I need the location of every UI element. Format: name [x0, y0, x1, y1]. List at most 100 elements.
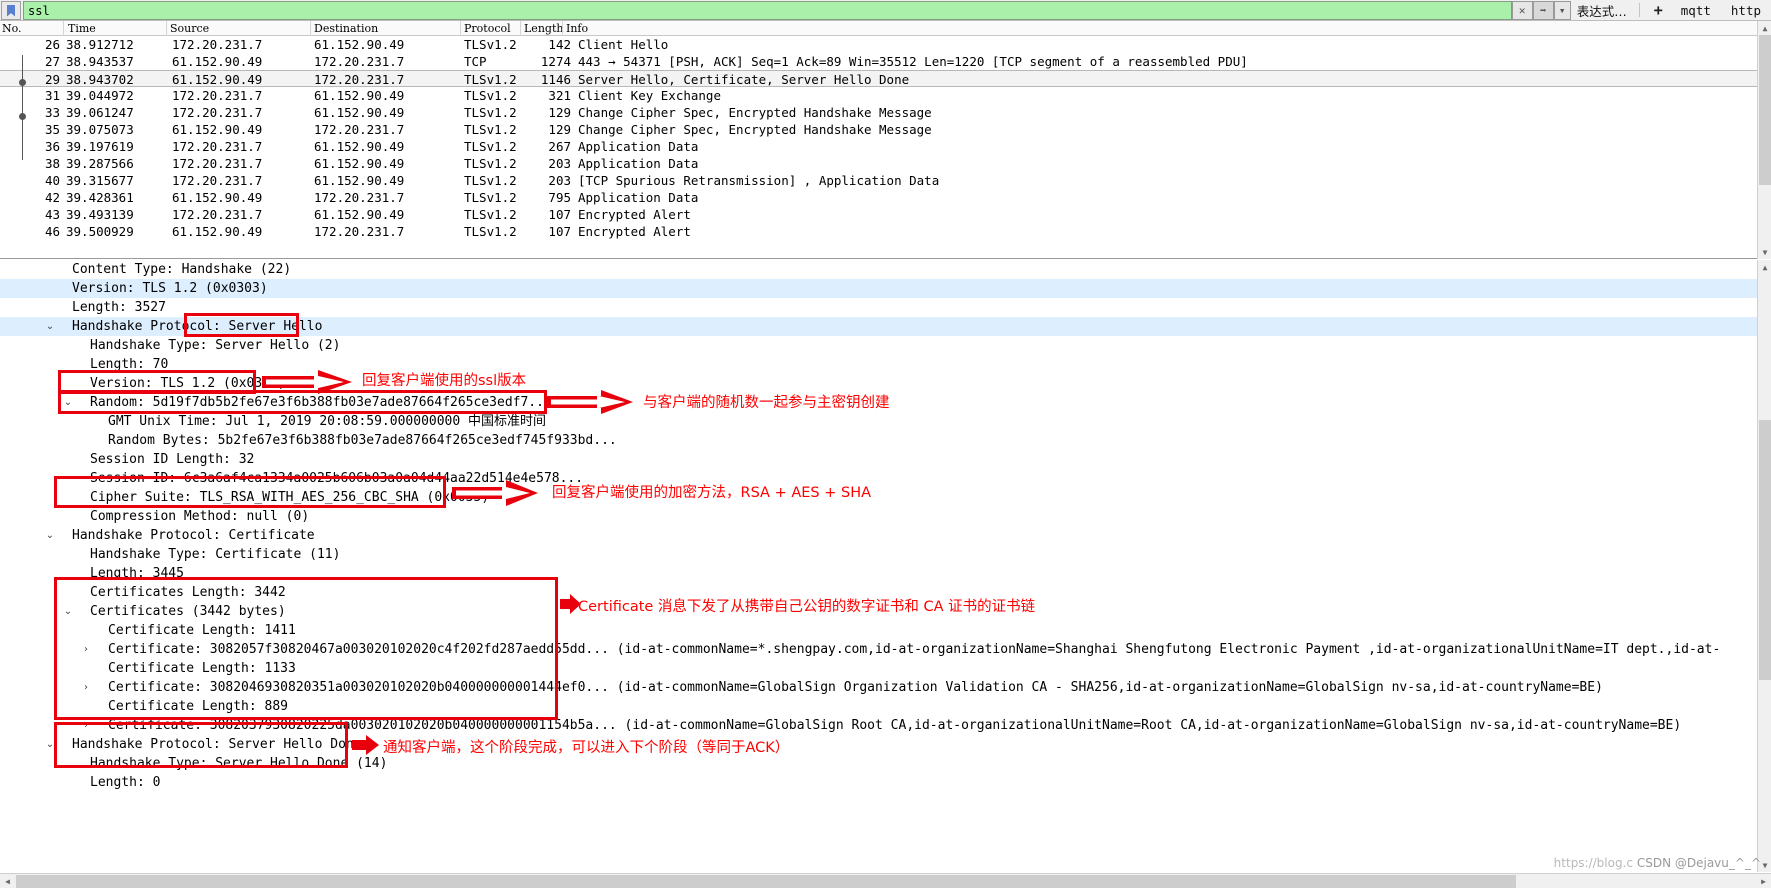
detail-tree-row[interactable]: Random Bytes: 5b2fe67e3f6b388fb03e7ade87… — [0, 431, 1771, 450]
detail-tree-row[interactable]: Length: 70 — [0, 355, 1771, 374]
detail-tree-row[interactable]: ⌄ Handshake Protocol: Server Hello Done — [0, 735, 1771, 754]
detail-tree-label: Handshake Protocol: Server Hello Done — [72, 737, 362, 752]
packet-source: 172.20.231.7 — [172, 105, 263, 120]
chevron-right-icon[interactable]: › — [80, 678, 92, 697]
packet-time: 39.500929 — [66, 224, 134, 239]
chevron-right-icon[interactable]: › — [80, 640, 92, 659]
detail-tree-label: Handshake Protocol: Certificate — [72, 528, 315, 543]
packet-list-header: No. Time Source Destination Protocol Len… — [0, 21, 1771, 36]
detail-tree-label: Certificates Length: 3442 — [90, 585, 286, 600]
packet-source: 172.20.231.7 — [172, 37, 263, 52]
detail-tree-row[interactable]: GMT Unix Time: Jul 1, 2019 20:08:59.0000… — [0, 412, 1771, 431]
detail-tree-label: Handshake Type: Server Hello Done (14) — [90, 756, 388, 771]
watermark-brand: CSDN @Dejavu_^_^ — [1636, 856, 1761, 870]
packet-length: 1146 — [540, 72, 571, 87]
detail-tree-row[interactable]: Session ID: 6c3a6af4ca1334a0025b606b03a0… — [0, 469, 1771, 488]
detail-tree-row[interactable]: Version: TLS 1.2 (0x0303) — [0, 279, 1771, 298]
packet-details-pane[interactable]: Content Type: Handshake (22) Version: TLS… — [0, 260, 1771, 855]
packet-time: 39.044972 — [66, 88, 134, 103]
chevron-down-icon[interactable]: ⌄ — [62, 393, 74, 412]
detail-tree-row[interactable]: ⌄ Handshake Protocol: Server Hello — [0, 317, 1771, 336]
clear-filter-icon[interactable]: ✕ — [1511, 1, 1533, 20]
column-header-time[interactable]: Time — [68, 22, 96, 35]
table-row[interactable]: 27 38.943537 61.152.90.49 172.20.231.7 TCP 12… — [0, 53, 1771, 70]
table-row[interactable]: 42 39.428361 61.152.90.49 172.20.231.7 TLSv1… — [0, 189, 1771, 206]
packet-destination: 172.20.231.7 — [314, 122, 405, 137]
table-row[interactable]: 40 39.315677 172.20.231.7 61.152.90.49 TLSv1… — [0, 172, 1771, 189]
packet-protocol: TLSv1.2 — [464, 156, 517, 171]
column-header-source[interactable]: Source — [170, 22, 209, 35]
detail-tree-row[interactable]: Handshake Type: Server Hello (2) — [0, 336, 1771, 355]
detail-tree-row[interactable]: Handshake Type: Certificate (11) — [0, 545, 1771, 564]
column-header-protocol[interactable]: Protocol — [464, 22, 511, 35]
bookmark-icon[interactable] — [1, 1, 21, 20]
detail-tree-row[interactable]: Certificate Length: 1133 — [0, 659, 1771, 678]
packet-list-scrollbar[interactable]: ▲ ▼ — [1757, 21, 1771, 259]
column-header-info[interactable]: Info — [566, 22, 588, 35]
detail-tree-row[interactable]: › Certificate: 3082057f30820467a003020102… — [0, 640, 1771, 659]
detail-tree-label: Length: 3445 — [90, 566, 184, 581]
detail-tree-row[interactable]: Session ID Length: 32 — [0, 450, 1771, 469]
table-row[interactable]: 29 38.943702 61.152.90.49 172.20.231.7 TLSv1… — [0, 70, 1771, 87]
table-row[interactable]: 31 39.044972 172.20.231.7 61.152.90.49 TLSv1… — [0, 87, 1771, 104]
detail-tree-row[interactable]: Certificate Length: 889 — [0, 697, 1771, 716]
packet-length: 107 — [548, 207, 571, 222]
column-header-destination[interactable]: Destination — [314, 22, 378, 35]
packet-protocol: TLSv1.2 — [464, 190, 517, 205]
table-row[interactable]: 33 39.061247 172.20.231.7 61.152.90.49 TLSv1… — [0, 104, 1771, 121]
detail-tree-row[interactable]: Handshake Type: Server Hello Done (14) — [0, 754, 1771, 773]
detail-tree-row[interactable]: Content Type: Handshake (22) — [0, 260, 1771, 279]
detail-tree-row[interactable]: › Certificate: 3082037930820225da00302010… — [0, 716, 1771, 735]
packet-details-hscrollbar[interactable]: ◀ ▶ — [0, 873, 1771, 888]
detail-tree-label: Certificate Length: 889 — [108, 699, 289, 714]
packet-time: 39.197619 — [66, 139, 134, 154]
packet-destination: 172.20.231.7 — [314, 224, 405, 239]
table-row[interactable]: 35 39.075073 61.152.90.49 172.20.231.7 TLSv1… — [0, 121, 1771, 138]
expression-button[interactable]: 表达式… — [1571, 0, 1633, 20]
packet-info: Encrypted Alert — [578, 207, 691, 222]
detail-tree-row[interactable]: Length: 0 — [0, 773, 1771, 792]
chevron-down-icon[interactable]: ⌄ — [44, 526, 56, 545]
detail-tree-row[interactable]: Length: 3445 — [0, 564, 1771, 583]
detail-tree-row[interactable]: Certificate Length: 1411 — [0, 621, 1771, 640]
table-row[interactable]: 43 39.493139 172.20.231.7 61.152.90.49 TLSv1… — [0, 206, 1771, 223]
packet-info: Application Data — [578, 139, 699, 154]
packet-time: 38.912712 — [66, 37, 134, 52]
column-header-length[interactable]: Length — [524, 22, 563, 35]
packet-destination: 61.152.90.49 — [314, 139, 405, 154]
detail-tree-row[interactable]: Compression Method: null (0) — [0, 507, 1771, 526]
packet-length: 1274 — [540, 54, 571, 69]
packet-destination: 61.152.90.49 — [314, 207, 405, 222]
detail-tree-label: Certificate: 3082057f30820467a0030201020… — [108, 642, 1721, 657]
filter-history-chevron-down-icon[interactable]: ▾ — [1553, 1, 1571, 20]
packet-protocol: TCP — [464, 54, 487, 69]
chevron-down-icon[interactable]: ⌄ — [44, 735, 56, 754]
detail-tree-row[interactable]: › Certificate: 3082046930820351a003020102… — [0, 678, 1771, 697]
packet-time: 39.493139 — [66, 207, 134, 222]
packet-length: 129 — [548, 105, 571, 120]
packet-protocol: TLSv1.2 — [464, 72, 517, 87]
chevron-down-icon[interactable]: ⌄ — [44, 317, 56, 336]
packet-destination: 61.152.90.49 — [314, 173, 405, 188]
detail-tree-row[interactable]: Cipher Suite: TLS_RSA_WITH_AES_256_CBC_S… — [0, 488, 1771, 507]
display-filter-toolbar: ✕ ➡ ▾ 表达式… + mqtt http — [0, 0, 1771, 21]
filter-tab-mqtt[interactable]: mqtt — [1671, 0, 1721, 20]
apply-filter-icon[interactable]: ➡ — [1532, 1, 1554, 20]
chevron-down-icon[interactable]: ⌄ — [62, 602, 74, 621]
table-row[interactable]: 26 38.912712 172.20.231.7 61.152.90.49 TLSv1… — [0, 36, 1771, 53]
packet-info: [TCP Spurious Retransmission] , Applicat… — [578, 173, 940, 188]
table-row[interactable]: 46 39.500929 61.152.90.49 172.20.231.7 TLSv1… — [0, 223, 1771, 240]
table-row[interactable]: 38 39.287566 172.20.231.7 61.152.90.49 TLSv1… — [0, 155, 1771, 172]
filter-tab-http[interactable]: http — [1721, 0, 1771, 20]
add-filter-button[interactable]: + — [1646, 0, 1671, 20]
packet-details-scrollbar[interactable]: ▲ ▼ — [1757, 260, 1771, 872]
chevron-right-icon[interactable]: › — [80, 716, 92, 735]
packet-source: 172.20.231.7 — [172, 173, 263, 188]
detail-tree-row[interactable]: Length: 3527 — [0, 298, 1771, 317]
detail-tree-row[interactable]: ⌄ Handshake Protocol: Certificate — [0, 526, 1771, 545]
table-row[interactable]: 36 39.197619 172.20.231.7 61.152.90.49 TLSv1… — [0, 138, 1771, 155]
detail-tree-label: Length: 0 — [90, 775, 161, 790]
packet-info: Application Data — [578, 156, 699, 171]
packet-list-pane[interactable]: No. Time Source Destination Protocol Len… — [0, 21, 1771, 259]
display-filter-input[interactable] — [23, 1, 1512, 20]
